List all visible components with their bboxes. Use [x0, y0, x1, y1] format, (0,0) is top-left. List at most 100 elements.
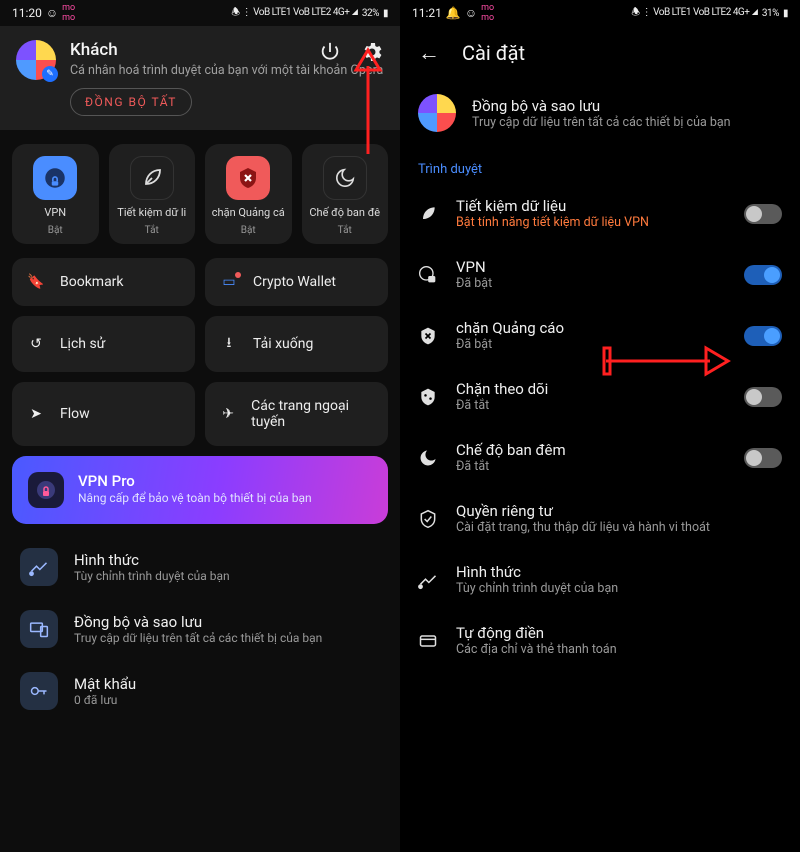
- power-icon[interactable]: [318, 40, 342, 64]
- setting-title: Tiết kiệm dữ liệu: [456, 197, 728, 215]
- gear-icon[interactable]: [360, 40, 384, 64]
- setting-sub: Đã tắt: [456, 459, 728, 474]
- status-bar-right: 11:21 🔔 ☺ momo 🕭 ⋮ VoB LTE1 VoB LTE2 4G+…: [400, 0, 800, 26]
- tile-label: Tiết kiệm dữ li: [113, 206, 192, 219]
- avatar[interactable]: ✎: [16, 40, 56, 80]
- history-button[interactable]: ↺ Lịch sử: [12, 316, 195, 372]
- edit-avatar-icon[interactable]: ✎: [42, 66, 58, 82]
- wallet-icon: ▭: [219, 274, 239, 290]
- setting-sub: Tùy chỉnh trình duyệt của bạn: [456, 581, 782, 596]
- list-item-title: Hình thức: [74, 551, 230, 569]
- offline-pages-button[interactable]: ✈ Các trang ngoại tuyến: [205, 382, 388, 446]
- setting-title: Chế độ ban đêm: [456, 441, 728, 459]
- profile-card: ✎ Khách Cá nhân hoá trình duyệt của bạn …: [0, 26, 400, 130]
- viber-icon: ☺: [46, 6, 58, 20]
- flow-button[interactable]: ➤ Flow: [12, 382, 195, 446]
- leaf-icon: [130, 156, 174, 200]
- toggle-vpn[interactable]: [744, 265, 782, 285]
- flow-icon: ➤: [26, 406, 46, 422]
- tile-state: Bật: [48, 225, 63, 236]
- list-item-title: Mật khẩu: [74, 675, 136, 693]
- sync-title: Đồng bộ và sao lưu: [472, 97, 731, 115]
- plane-icon: ✈: [219, 406, 237, 422]
- quick-tiles-row: VPN Bật Tiết kiệm dữ li Tắt chặn Quảng c…: [0, 130, 400, 258]
- setting-data-savings[interactable]: Tiết kiệm dữ liệu Bật tính năng tiết kiệ…: [400, 183, 800, 244]
- adblock-icon: [226, 156, 270, 200]
- moon-icon: [418, 448, 440, 468]
- setting-sub: Đã tắt: [456, 398, 728, 413]
- key-icon: [20, 672, 58, 710]
- toggle-adblock[interactable]: [744, 326, 782, 346]
- setting-adblock[interactable]: chặn Quảng cáo Đã bật: [400, 305, 800, 366]
- setting-appearance[interactable]: Hình thức Tùy chỉnh trình duyệt của bạn: [400, 549, 800, 610]
- moon-icon: [323, 156, 367, 200]
- left-screen: 11:20 ☺ momo 🕭 ⋮ VoB LTE1 VoB LTE2 4G+ ◢…: [0, 0, 400, 852]
- globe-lock-icon: [418, 265, 440, 285]
- status-time: 11:21: [412, 6, 442, 20]
- status-indicators: 🕭 ⋮ VoB LTE1 VoB LTE2 4G+ ◢: [231, 5, 358, 22]
- setting-sub: Đã bật: [456, 276, 728, 291]
- list-item-title: Đồng bộ và sao lưu: [74, 613, 322, 631]
- back-icon[interactable]: ←: [418, 40, 440, 66]
- list-item-sub: Tùy chỉnh trình duyệt của bạn: [74, 569, 230, 583]
- tile-state: Bật: [241, 225, 256, 236]
- setting-privacy[interactable]: Quyền riêng tư Cài đặt trang, thu thập d…: [400, 488, 800, 549]
- setting-vpn[interactable]: VPN Đã bật: [400, 244, 800, 305]
- tile-data-savings[interactable]: Tiết kiệm dữ li Tắt: [109, 144, 196, 244]
- setting-title: Hình thức: [456, 563, 782, 581]
- setting-night-mode[interactable]: Chế độ ban đêm Đã tắt: [400, 427, 800, 488]
- appearance-icon: [20, 548, 58, 586]
- promo-subtitle: Nâng cấp để bảo vệ toàn bộ thiết bị của …: [78, 490, 312, 507]
- shield-check-icon: [418, 509, 440, 529]
- vpn-pro-icon: [28, 472, 64, 508]
- opt-label: Lịch sử: [60, 336, 105, 352]
- opt-label: Flow: [60, 406, 90, 422]
- tile-label: VPN: [16, 206, 95, 219]
- tile-vpn[interactable]: VPN Bật: [12, 144, 99, 244]
- toggle-tracker[interactable]: [744, 387, 782, 407]
- setting-sub: Cài đặt trang, thu thập dữ liệu và hành …: [456, 520, 782, 535]
- tile-night-mode[interactable]: Chế độ ban đê Tắt: [302, 144, 389, 244]
- status-bar-left: 11:20 ☺ momo 🕭 ⋮ VoB LTE1 VoB LTE2 4G+ ◢…: [0, 0, 400, 26]
- sync-backup-item[interactable]: Đồng bộ và sao lưu Truy cập dữ liệu trên…: [12, 598, 388, 660]
- crypto-wallet-button[interactable]: ▭ Crypto Wallet: [205, 258, 388, 306]
- opt-label: Bookmark: [60, 274, 124, 290]
- list-item-sub: Truy cập dữ liệu trên tất cả các thiết b…: [74, 631, 322, 645]
- leaf-icon: [418, 204, 440, 224]
- tile-label: Chế độ ban đê: [306, 206, 385, 219]
- setting-autofill[interactable]: Tự động điền Các địa chỉ và thẻ thanh to…: [400, 610, 800, 671]
- sync-sub: Truy cập dữ liệu trên tất cả các thiết b…: [472, 115, 731, 130]
- passwords-item[interactable]: Mật khẩu 0 đã lưu: [12, 660, 388, 722]
- vpn-icon: [33, 156, 77, 200]
- shield-x-icon: [418, 326, 440, 346]
- profile-subtitle: Cá nhân hoá trình duyệt của bạn với một …: [70, 62, 384, 80]
- setting-sub: Các địa chỉ và thẻ thanh toán: [456, 642, 782, 657]
- section-header-browser: Trình duyệt: [400, 154, 800, 183]
- viber-icon: ☺: [465, 6, 477, 20]
- paint-icon: [418, 570, 440, 590]
- toggle-night[interactable]: [744, 448, 782, 468]
- settings-title: Cài đặt: [462, 41, 525, 65]
- status-time: 11:20: [12, 6, 42, 20]
- toggle-data-savings[interactable]: [744, 204, 782, 224]
- opt-label: Các trang ngoại tuyến: [251, 398, 374, 430]
- download-icon: ⭳: [219, 332, 239, 356]
- appearance-item[interactable]: Hình thức Tùy chỉnh trình duyệt của bạn: [12, 536, 388, 598]
- sync-avatar-icon: [418, 94, 456, 132]
- opt-label: Tải xuống: [253, 336, 313, 352]
- bookmark-button[interactable]: 🔖 Bookmark: [12, 258, 195, 306]
- shield-footprint-icon: [418, 387, 440, 407]
- setting-tracker-block[interactable]: Chặn theo dõi Đã tắt: [400, 366, 800, 427]
- sync-backup-row[interactable]: Đồng bộ và sao lưu Truy cập dữ liệu trên…: [400, 84, 800, 154]
- card-icon: [418, 631, 440, 651]
- right-screen: 11:21 🔔 ☺ momo 🕭 ⋮ VoB LTE1 VoB LTE2 4G+…: [400, 0, 800, 852]
- tile-label: chặn Quảng cá: [209, 206, 288, 219]
- sync-all-button[interactable]: ĐỒNG BỘ TẤT: [70, 88, 192, 116]
- vpn-pro-promo[interactable]: VPN Pro Nâng cấp để bảo vệ toàn bộ thiết…: [12, 456, 388, 524]
- setting-title: Chặn theo dõi: [456, 380, 728, 398]
- downloads-button[interactable]: ⭳ Tải xuống: [205, 316, 388, 372]
- tile-adblock[interactable]: chặn Quảng cá Bật: [205, 144, 292, 244]
- list-item-sub: 0 đã lưu: [74, 693, 136, 707]
- momo-icon: momo: [481, 3, 494, 23]
- opt-label: Crypto Wallet: [253, 274, 336, 290]
